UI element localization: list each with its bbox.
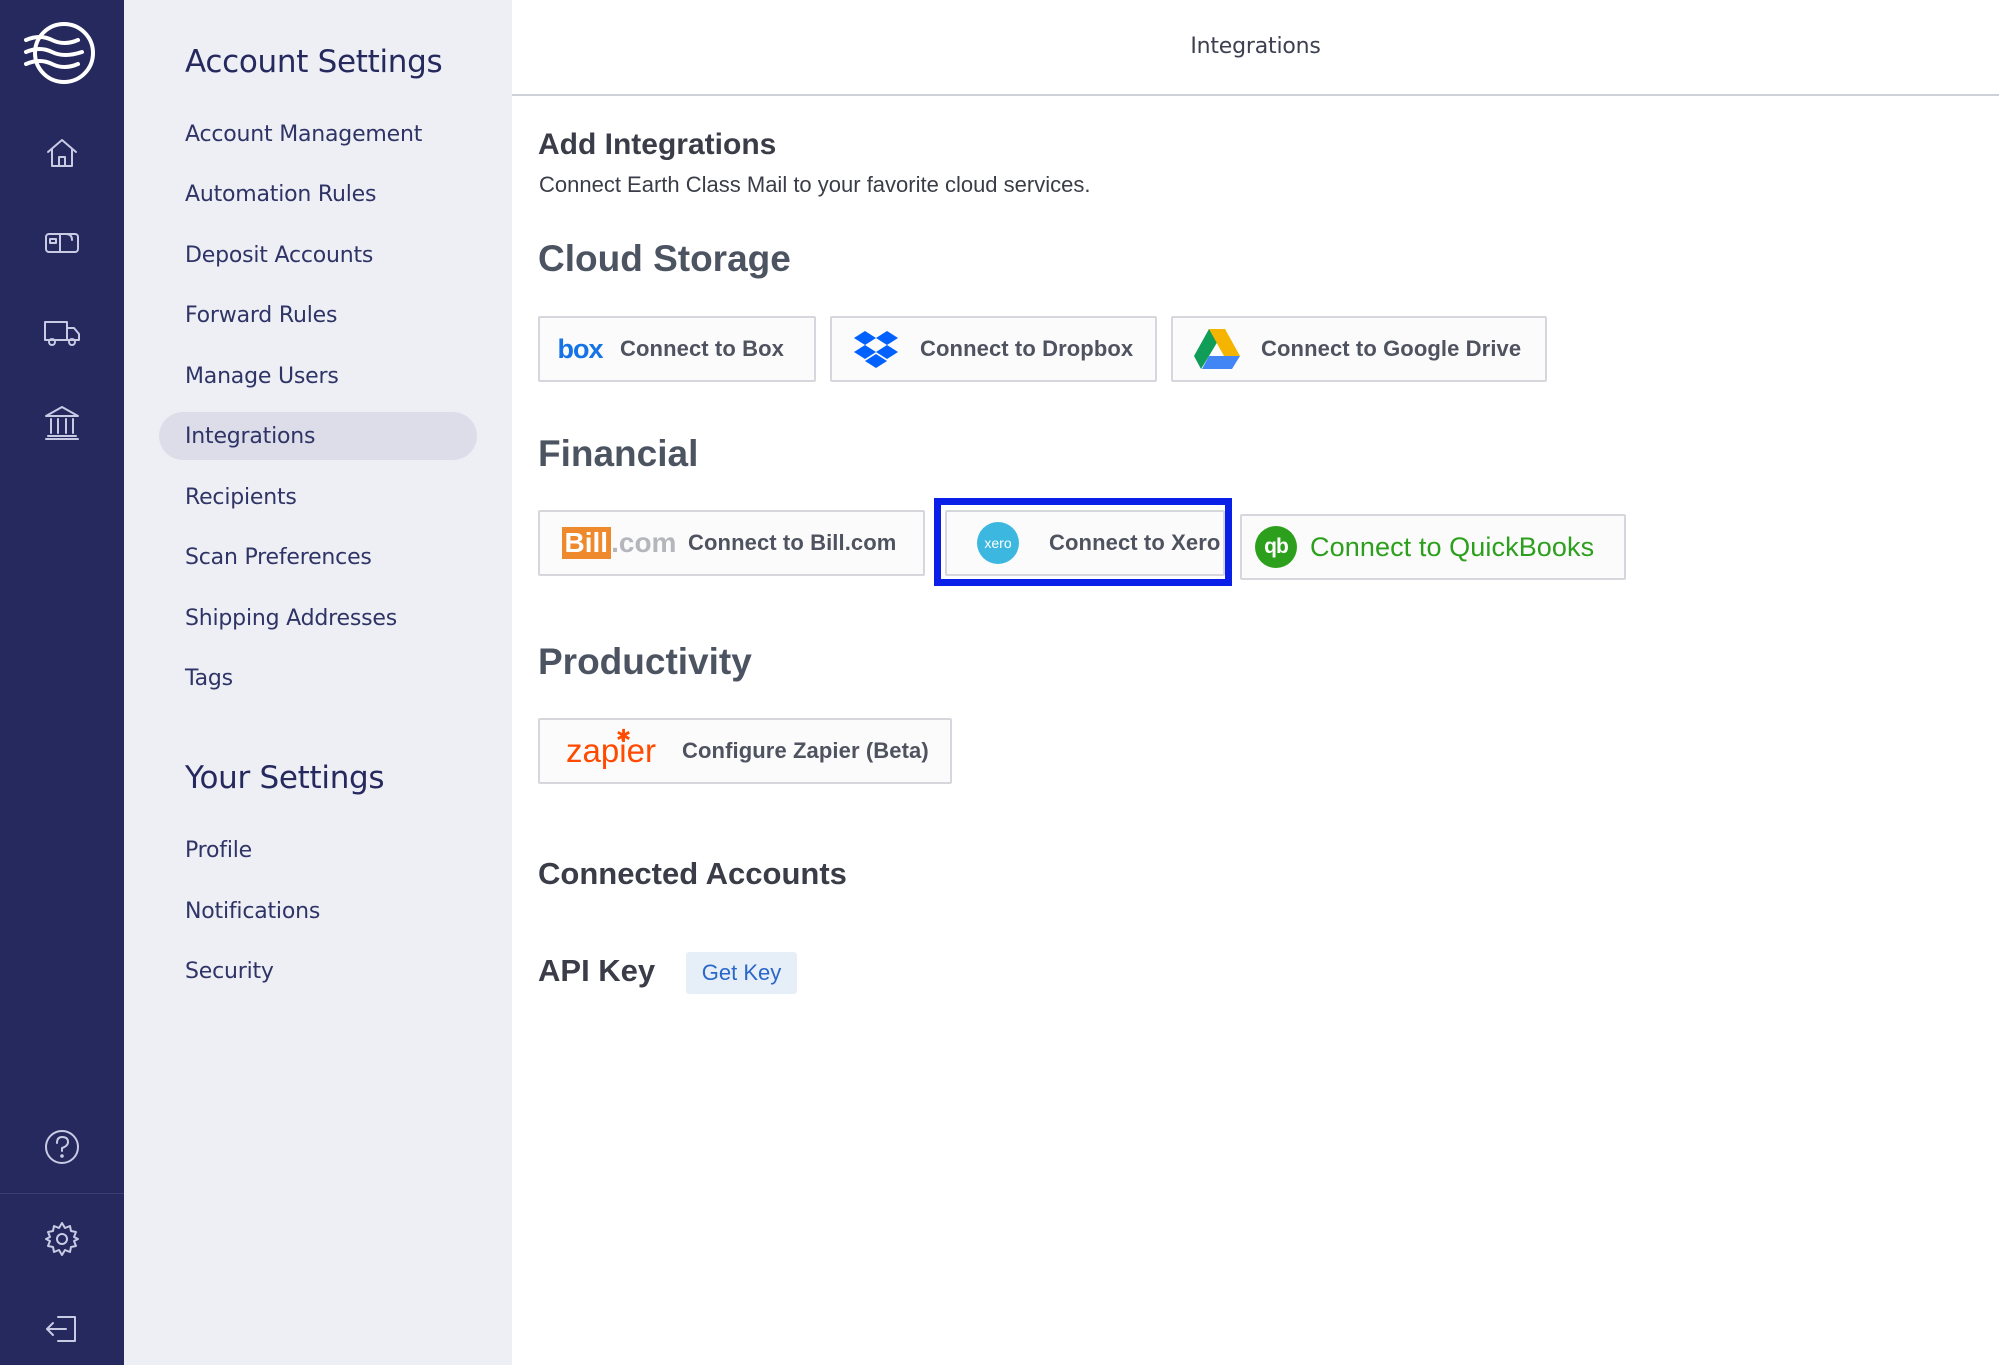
sidebar-item-profile[interactable]: Profile: [159, 826, 477, 874]
mailbox-icon[interactable]: [36, 216, 88, 268]
sidebar-item-manage-users[interactable]: Manage Users: [159, 352, 477, 400]
truck-icon[interactable]: [36, 306, 88, 358]
zapier-logo-icon: zapier ✱: [540, 726, 682, 770]
page-title: Integrations: [1190, 34, 1321, 59]
sidebar-item-notifications[interactable]: Notifications: [159, 887, 477, 935]
sidebar-item-tags[interactable]: Tags: [159, 654, 477, 702]
sidebar-item-account-management[interactable]: Account Management: [159, 110, 477, 158]
home-icon[interactable]: [36, 127, 88, 179]
connect-bill-button[interactable]: Bill .com Connect to Bill.com: [538, 510, 925, 576]
configure-zapier-button[interactable]: zapier ✱ Configure Zapier (Beta): [538, 718, 952, 784]
rail-divider: [0, 1193, 124, 1194]
connect-quickbooks-label: Connect to QuickBooks: [1310, 531, 1595, 562]
connect-dropbox-button[interactable]: Connect to Dropbox: [830, 316, 1157, 382]
sidebar-item-recipients[interactable]: Recipients: [159, 473, 477, 521]
connect-bill-label: Connect to Bill.com: [688, 530, 897, 555]
sidebar-item-deposit-accounts[interactable]: Deposit Accounts: [159, 231, 477, 279]
connect-xero-button[interactable]: xero Connect to Xero: [945, 510, 1225, 576]
connect-xero-label: Connect to Xero: [1049, 530, 1221, 555]
sidebar-item-forward-rules[interactable]: Forward Rules: [159, 291, 477, 339]
connect-google-drive-button[interactable]: Connect to Google Drive: [1171, 316, 1547, 382]
connect-dropbox-label: Connect to Dropbox: [920, 336, 1134, 361]
box-logo-icon: box: [540, 334, 620, 365]
quickbooks-logo-text: qb: [1264, 535, 1289, 558]
zapier-logo-text: zapier: [566, 732, 656, 769]
your-settings-title: Your Settings: [185, 760, 385, 796]
main-content: Add Integrations Connect Earth Class Mai…: [538, 96, 1999, 1365]
connect-box-label: Connect to Box: [620, 336, 784, 361]
add-integrations-heading: Add Integrations: [538, 128, 777, 161]
financial-heading: Financial: [538, 433, 699, 474]
connect-quickbooks-button[interactable]: qb Connect to QuickBooks: [1240, 514, 1626, 580]
settings-sidebar: Account Settings Account Management Auto…: [124, 0, 512, 1365]
bill-logo-icon: Bill .com: [540, 527, 688, 559]
page-header: Integrations: [512, 0, 1999, 96]
logout-icon[interactable]: [36, 1303, 88, 1355]
xero-logo-icon: xero: [947, 522, 1049, 564]
connected-accounts-heading: Connected Accounts: [538, 856, 847, 891]
get-key-button[interactable]: Get Key: [686, 952, 797, 994]
zapier-asterisk-icon: ✱: [616, 726, 632, 746]
sidebar-item-automation-rules[interactable]: Automation Rules: [159, 170, 477, 218]
logo-icon[interactable]: [22, 20, 100, 86]
sidebar-item-security[interactable]: Security: [159, 947, 477, 995]
help-icon[interactable]: [36, 1121, 88, 1173]
productivity-heading: Productivity: [538, 641, 752, 682]
api-key-heading: API Key: [538, 953, 656, 988]
sidebar-item-scan-preferences[interactable]: Scan Preferences: [159, 533, 477, 581]
quickbooks-logo-icon: qb: [1242, 526, 1310, 568]
bill-logo-text: Bill: [561, 527, 612, 559]
box-logo-text: box: [557, 333, 603, 364]
cloud-storage-heading: Cloud Storage: [538, 238, 791, 279]
add-integrations-subtitle: Connect Earth Class Mail to your favorit…: [539, 172, 1091, 197]
bill-logo-suffix: .com: [611, 527, 677, 558]
configure-zapier-label: Configure Zapier (Beta): [682, 738, 929, 763]
xero-logo-text: xero: [984, 535, 1012, 551]
app-rail: [0, 0, 124, 1365]
sidebar-item-integrations[interactable]: Integrations: [159, 412, 477, 460]
bank-icon[interactable]: [36, 396, 88, 448]
gear-icon[interactable]: [36, 1213, 88, 1265]
connect-box-button[interactable]: box Connect to Box: [538, 316, 816, 382]
dropbox-logo-icon: [832, 330, 920, 368]
connect-google-drive-label: Connect to Google Drive: [1261, 336, 1522, 361]
google-drive-logo-icon: [1173, 329, 1261, 369]
account-settings-title: Account Settings: [185, 44, 443, 80]
sidebar-item-shipping-addresses[interactable]: Shipping Addresses: [159, 594, 477, 642]
